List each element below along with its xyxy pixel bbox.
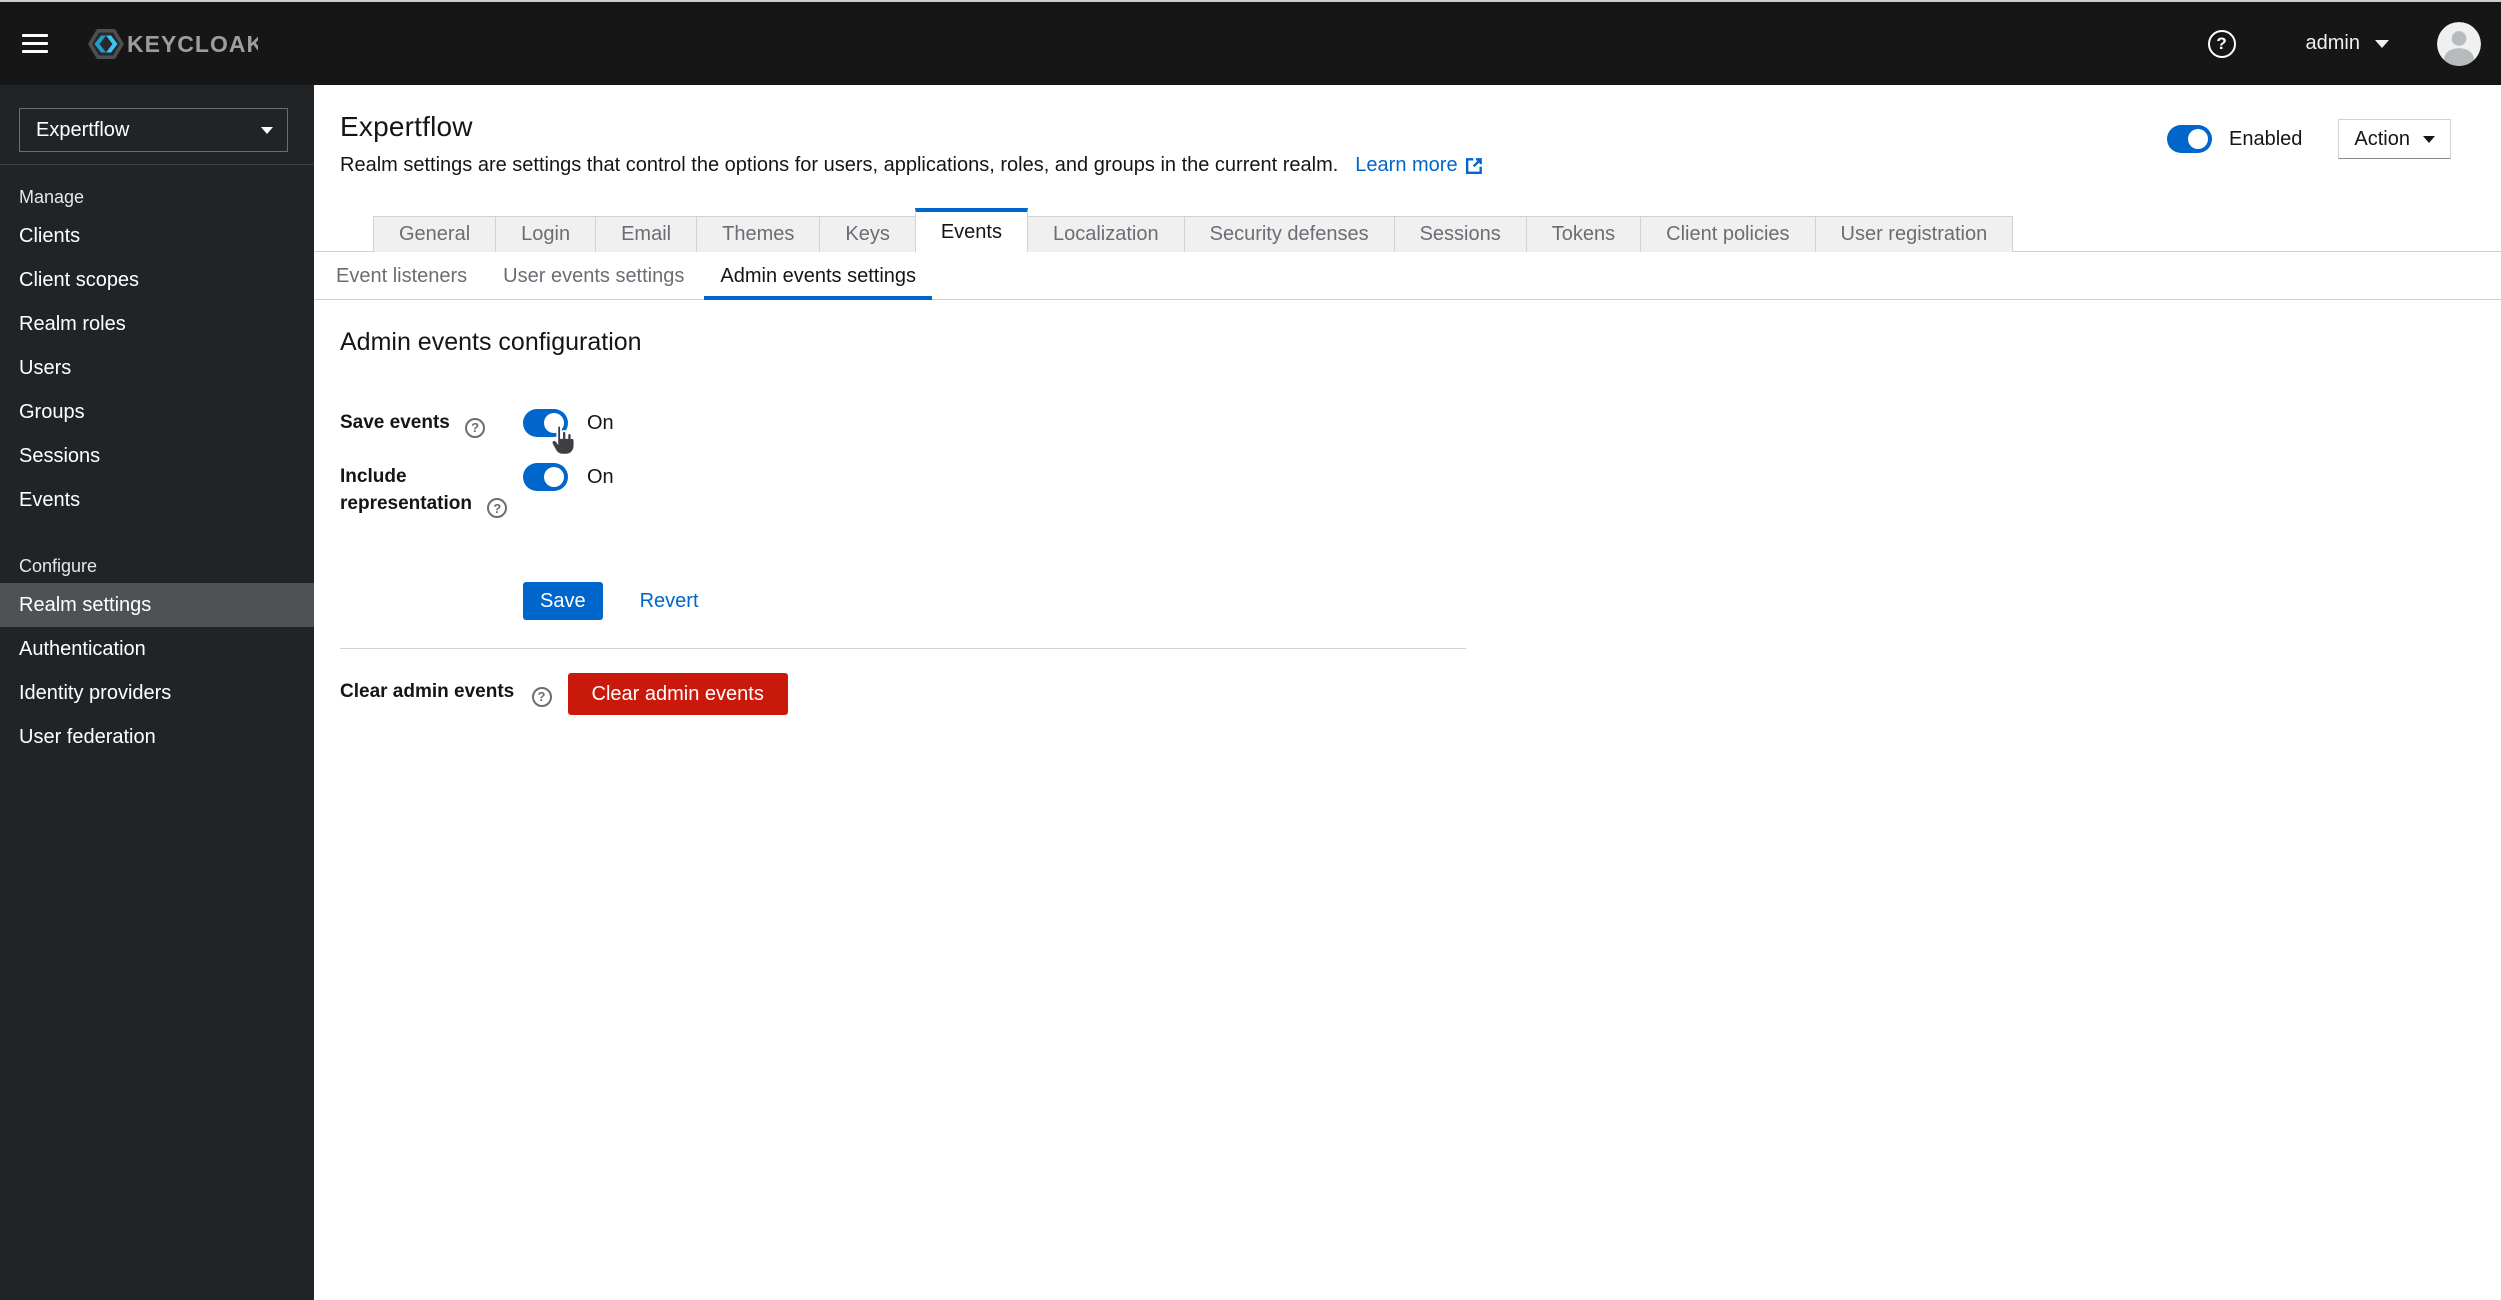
user-menu-label: admin bbox=[2306, 32, 2360, 55]
sidebar-item-client-scopes[interactable]: Client scopes bbox=[0, 258, 314, 302]
tab-client-policies[interactable]: Client policies bbox=[1640, 216, 1814, 252]
tab-security-defenses[interactable]: Security defenses bbox=[1184, 216, 1394, 252]
external-link-icon bbox=[1465, 156, 1484, 175]
sidebar-item-user-federation[interactable]: User federation bbox=[0, 715, 314, 759]
include-representation-control: On bbox=[523, 463, 614, 519]
tab-keys[interactable]: Keys bbox=[819, 216, 914, 252]
page-header: Expertflow Realm settings are settings t… bbox=[314, 85, 2501, 177]
tab-login[interactable]: Login bbox=[495, 216, 595, 252]
tab-email[interactable]: Email bbox=[595, 216, 696, 252]
page-title: Expertflow bbox=[340, 111, 1484, 143]
sidebar-item-groups[interactable]: Groups bbox=[0, 390, 314, 434]
admin-events-panel: Admin events configuration Save events ?… bbox=[314, 300, 2501, 715]
clear-admin-events-button[interactable]: Clear admin events bbox=[568, 673, 788, 715]
tab-sessions[interactable]: Sessions bbox=[1394, 216, 1526, 252]
page-header-left: Expertflow Realm settings are settings t… bbox=[340, 111, 1484, 177]
keycloak-logo-text: KEYCLOAK bbox=[127, 31, 258, 57]
avatar[interactable] bbox=[2437, 22, 2481, 66]
sidebar-section-title: Configure bbox=[0, 556, 314, 577]
hamburger-menu-icon[interactable] bbox=[22, 34, 48, 53]
form-actions: Save Revert bbox=[523, 582, 2501, 620]
tab-general[interactable]: General bbox=[373, 216, 495, 252]
sidebar-section-manage: Manage Clients Client scopes Realm roles… bbox=[0, 165, 314, 522]
tab-localization[interactable]: Localization bbox=[1028, 216, 1184, 252]
chevron-down-icon bbox=[261, 127, 273, 134]
include-representation-help-icon[interactable]: ? bbox=[487, 498, 507, 518]
section-heading: Admin events configuration bbox=[340, 328, 2501, 357]
admin-events-form: Save events ? On Include representation … bbox=[340, 409, 2501, 620]
subtab-event-listeners[interactable]: Event listeners bbox=[320, 252, 483, 300]
action-dropdown[interactable]: Action bbox=[2338, 119, 2451, 159]
page-description: Realm settings are settings that control… bbox=[340, 154, 1338, 177]
save-events-label-group: Save events ? bbox=[340, 409, 523, 438]
sidebar-item-identity-providers[interactable]: Identity providers bbox=[0, 671, 314, 715]
page-header-controls: Enabled Action bbox=[2167, 119, 2451, 159]
sidebar-item-sessions[interactable]: Sessions bbox=[0, 434, 314, 478]
save-events-help-icon[interactable]: ? bbox=[465, 418, 485, 438]
sidebar-section-configure: Configure Realm settings Authentication … bbox=[0, 522, 314, 759]
tab-events[interactable]: Events bbox=[915, 208, 1028, 252]
realm-enabled-toggle[interactable] bbox=[2167, 125, 2212, 153]
sidebar-item-events[interactable]: Events bbox=[0, 478, 314, 522]
subtab-user-events-settings[interactable]: User events settings bbox=[487, 252, 700, 300]
include-representation-toggle[interactable] bbox=[523, 463, 568, 491]
sidebar-section-title: Manage bbox=[0, 187, 314, 208]
events-subtabs: Event listeners User events settings Adm… bbox=[314, 252, 2501, 300]
chevron-down-icon bbox=[2375, 40, 2389, 48]
user-menu[interactable]: admin bbox=[2306, 32, 2389, 55]
save-events-label: Save events bbox=[340, 412, 450, 433]
main-content: Expertflow Realm settings are settings t… bbox=[314, 85, 2501, 1300]
clear-admin-events-label: Clear admin events bbox=[340, 681, 514, 702]
sidebar-item-realm-roles[interactable]: Realm roles bbox=[0, 302, 314, 346]
save-events-control: On bbox=[523, 409, 614, 438]
section-divider bbox=[340, 648, 1466, 649]
realm-selector[interactable]: Expertflow bbox=[19, 108, 288, 152]
save-button[interactable]: Save bbox=[523, 582, 603, 620]
clear-admin-events-label-group: Clear admin events ? bbox=[340, 681, 568, 707]
tab-user-registration[interactable]: User registration bbox=[1815, 216, 2014, 252]
avatar-icon bbox=[2437, 22, 2481, 66]
sidebar-item-users[interactable]: Users bbox=[0, 346, 314, 390]
realm-enabled-label: Enabled bbox=[2229, 128, 2302, 151]
revert-button[interactable]: Revert bbox=[640, 590, 699, 613]
subtab-admin-events-settings[interactable]: Admin events settings bbox=[704, 252, 932, 300]
sidebar: Expertflow Manage Clients Client scopes … bbox=[0, 85, 314, 1300]
sidebar-item-realm-settings[interactable]: Realm settings bbox=[0, 583, 314, 627]
action-dropdown-label: Action bbox=[2354, 128, 2410, 151]
clear-admin-events-row: Clear admin events ? Clear admin events bbox=[340, 673, 2501, 715]
keycloak-logo-icon: KEYCLOAK bbox=[80, 26, 258, 62]
masthead: KEYCLOAK ? admin bbox=[0, 2, 2501, 85]
sidebar-item-clients[interactable]: Clients bbox=[0, 214, 314, 258]
save-events-row: Save events ? On bbox=[340, 409, 2501, 438]
learn-more-label: Learn more bbox=[1355, 154, 1457, 177]
include-representation-state: On bbox=[587, 463, 614, 491]
masthead-right: ? admin bbox=[2208, 22, 2481, 66]
clear-admin-events-help-icon[interactable]: ? bbox=[532, 687, 552, 707]
learn-more-link[interactable]: Learn more bbox=[1355, 154, 1483, 177]
realm-settings-tabs: General Login Email Themes Keys Events L… bbox=[314, 208, 2501, 252]
realm-selector-value: Expertflow bbox=[36, 119, 129, 142]
include-representation-row: Include representation ? On bbox=[340, 463, 2501, 519]
save-events-state: On bbox=[587, 409, 614, 437]
tab-themes[interactable]: Themes bbox=[696, 216, 819, 252]
tab-tokens[interactable]: Tokens bbox=[1526, 216, 1640, 252]
help-icon[interactable]: ? bbox=[2208, 30, 2236, 58]
sidebar-item-authentication[interactable]: Authentication bbox=[0, 627, 314, 671]
save-events-toggle[interactable] bbox=[523, 409, 568, 437]
include-representation-label-group: Include representation ? bbox=[340, 463, 523, 519]
chevron-down-icon bbox=[2423, 136, 2435, 143]
keycloak-logo[interactable]: KEYCLOAK bbox=[80, 26, 258, 62]
include-representation-label: Include representation bbox=[340, 466, 472, 514]
